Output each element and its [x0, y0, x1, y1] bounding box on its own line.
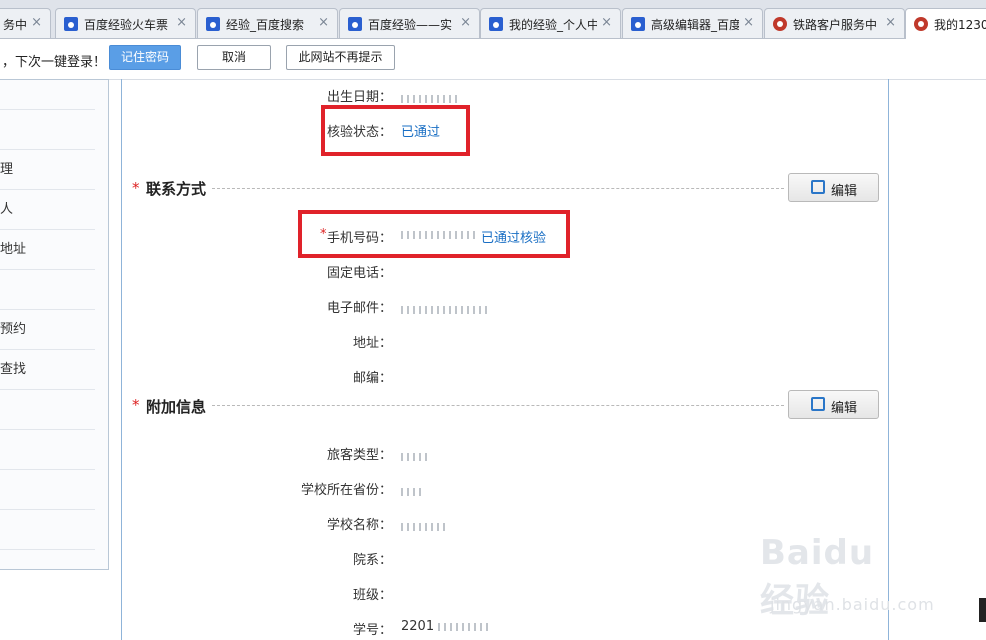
section-divider: [212, 188, 784, 189]
browser-tab[interactable]: 百度经验——实 ×: [339, 8, 480, 38]
required-star: *: [132, 396, 140, 414]
browser-tab-strip: 务中 × 百度经验火车票 × 经验_百度搜索 × 百度经验——实 × 我的经验_…: [0, 0, 986, 39]
tab-title: 高级编辑器_百度: [651, 18, 739, 32]
close-icon[interactable]: ×: [318, 15, 329, 30]
tab-title: 我的经验_个人中: [509, 18, 597, 32]
browser-tab[interactable]: 我的经验_个人中 ×: [480, 8, 621, 38]
extra-info-section-title: 附加信息: [146, 398, 207, 416]
nav-item[interactable]: 地址: [0, 230, 95, 270]
student-number-visible: 2201: [401, 619, 435, 634]
class-label: 班级：: [352, 588, 392, 603]
edit-contact-button[interactable]: 编辑: [788, 173, 879, 202]
close-icon[interactable]: ×: [176, 15, 187, 30]
student-number-label: 学号：: [352, 623, 392, 638]
nav-item[interactable]: [0, 270, 95, 310]
railway-logo-icon: [914, 17, 928, 31]
nav-item[interactable]: [0, 110, 95, 150]
nav-item[interactable]: 理: [0, 150, 95, 190]
edit-extra-info-button[interactable]: 编辑: [788, 390, 879, 419]
browser-tab[interactable]: 铁路客户服务中 ×: [764, 8, 905, 38]
edit-icon: [811, 397, 825, 411]
paw-icon: [489, 17, 503, 31]
nav-item[interactable]: [0, 470, 95, 510]
left-nav: 理 人 地址 预约 查找: [0, 79, 109, 570]
section-divider: [212, 405, 784, 406]
passenger-type-label: 旅客类型：: [326, 448, 392, 463]
edit-label: 编辑: [831, 184, 858, 199]
watermark-url: jingyan.baidu.com: [770, 595, 935, 614]
nav-item[interactable]: [0, 70, 95, 110]
tab-title: 务中: [3, 18, 28, 32]
required-star: *: [132, 179, 140, 197]
paw-icon: [206, 17, 220, 31]
tab-title: 铁路客户服务中: [793, 18, 878, 32]
highlight-box: [298, 210, 570, 258]
email-label: 电子邮件：: [326, 301, 392, 316]
never-for-site-button[interactable]: 此网站不再提示: [286, 45, 395, 70]
school-name-label: 学校名称：: [326, 518, 392, 533]
email-value: [401, 302, 491, 317]
password-save-bar: ，下次一键登录！ 记住密码 取消 此网站不再提示: [0, 39, 986, 80]
passenger-type-value: [401, 449, 427, 464]
landline-label: 固定电话：: [326, 266, 392, 281]
school-name-value: [401, 519, 445, 534]
student-number-value: 2201: [401, 619, 489, 634]
birth-date-value: [401, 91, 459, 106]
nav-item[interactable]: [0, 430, 95, 470]
browser-tab[interactable]: 高级编辑器_百度 ×: [622, 8, 763, 38]
close-icon[interactable]: ×: [601, 15, 612, 30]
address-label: 地址：: [352, 336, 392, 351]
close-icon[interactable]: ×: [31, 15, 42, 30]
zip-label: 邮编：: [352, 371, 392, 386]
nav-item[interactable]: [0, 390, 95, 430]
browser-tab[interactable]: 百度经验火车票 ×: [55, 8, 196, 38]
close-icon[interactable]: ×: [743, 15, 754, 30]
password-prompt-text: ，下次一键登录！: [2, 55, 107, 70]
scrollbar-thumb[interactable]: [979, 598, 986, 622]
cancel-button[interactable]: 取消: [197, 45, 271, 70]
birth-date-label: 出生日期：: [326, 90, 392, 105]
railway-logo-icon: [773, 17, 787, 31]
remember-password-button[interactable]: 记住密码: [109, 45, 181, 70]
tab-title: 百度经验——实: [368, 18, 453, 32]
nav-item[interactable]: [0, 510, 95, 550]
edit-label: 编辑: [831, 401, 858, 416]
tab-title: 百度经验火车票: [84, 18, 169, 32]
department-label: 院系：: [352, 553, 392, 568]
paw-icon: [631, 17, 645, 31]
paw-icon: [348, 17, 362, 31]
school-province-value: [401, 484, 421, 499]
highlight-box: [321, 105, 470, 156]
school-province-label: 学校所在省份：: [300, 483, 392, 498]
nav-item[interactable]: 预约: [0, 310, 95, 350]
browser-tab[interactable]: 经验_百度搜索 ×: [197, 8, 338, 38]
browser-tab-active[interactable]: 我的12306: [905, 8, 986, 39]
edit-icon: [811, 180, 825, 194]
close-icon[interactable]: ×: [885, 15, 896, 30]
paw-icon: [64, 17, 78, 31]
tab-title: 我的12306: [934, 18, 986, 32]
tab-title: 经验_百度搜索: [226, 18, 305, 32]
close-icon[interactable]: ×: [460, 15, 471, 30]
nav-item[interactable]: 人: [0, 190, 95, 230]
nav-item[interactable]: 查找: [0, 350, 95, 390]
browser-tab[interactable]: 务中 ×: [0, 8, 51, 38]
contact-section-title: 联系方式: [146, 180, 207, 198]
